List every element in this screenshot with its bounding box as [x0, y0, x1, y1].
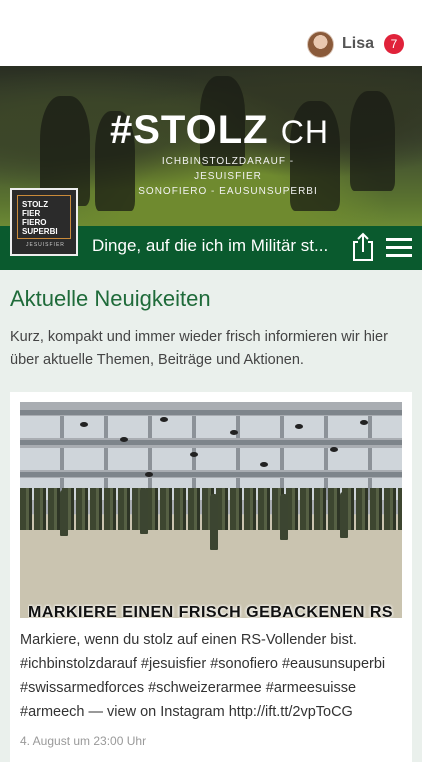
post-text: Markiere, wenn du stolz auf einen RS-Vol…: [20, 632, 386, 720]
soldier-figure: [280, 494, 288, 540]
page-logo[interactable]: STOLZ FIER FIERO SUPERBI JESUISFIER: [10, 188, 78, 256]
hero-title-text: #STOLZ: [110, 108, 269, 152]
hero-subtitle-line-2: SONOFIERO - EAUSUNSUPERBI: [138, 186, 318, 197]
hero-title-suffix: CH: [280, 114, 329, 150]
hero-subtitle: ICHBINSTOLZDARAUF - JESUISFIER SONOFIERO…: [128, 154, 328, 199]
logo-line-1: STOLZ: [22, 200, 49, 209]
notification-badge[interactable]: 7: [384, 34, 404, 54]
logo-footer: JESUISFIER: [26, 242, 65, 248]
post-date: 4. August um 23:00 Uhr: [20, 734, 147, 748]
soldier-figure: [210, 494, 218, 550]
logo-line-2: FIER: [22, 209, 41, 218]
news-post-card[interactable]: MARKIERE EINEN FRISCH GEBACKENEN RS Mark…: [10, 392, 412, 762]
logo-line-3: FIERO: [22, 218, 47, 227]
user-name[interactable]: Lisa: [342, 35, 374, 53]
top-bar: Lisa 7: [0, 0, 422, 66]
soldier-figure: [340, 492, 348, 538]
section-heading: Aktuelle Neuigkeiten: [10, 286, 211, 311]
logo-line-4: SUPERBI: [22, 227, 58, 236]
main-content: Aktuelle Neuigkeiten Kurz, kompakt und i…: [0, 270, 422, 762]
share-icon[interactable]: [350, 232, 376, 262]
soldier-figure: [60, 490, 68, 536]
post-image[interactable]: MARKIERE EINEN FRISCH GEBACKENEN RS: [20, 402, 402, 618]
soldier-silhouette: [350, 91, 395, 191]
hero-subtitle-line-1: ICHBINSTOLZDARAUF - JESUISFIER: [161, 156, 295, 182]
soldier-figure: [140, 488, 148, 534]
section-intro: Kurz, kompakt und immer wieder frisch in…: [10, 329, 388, 368]
logo-text: STOLZ FIER FIERO SUPERBI: [22, 200, 58, 236]
image-caption: MARKIERE EINEN FRISCH GEBACKENEN RS: [28, 604, 394, 618]
user-menu[interactable]: Lisa 7: [306, 29, 404, 59]
page-title[interactable]: Dinge, auf die ich im Militär st...: [92, 236, 342, 256]
hero-title: #STOLZ CH: [110, 108, 329, 153]
avatar[interactable]: [306, 30, 334, 58]
hamburger-menu-icon[interactable]: [386, 238, 412, 258]
